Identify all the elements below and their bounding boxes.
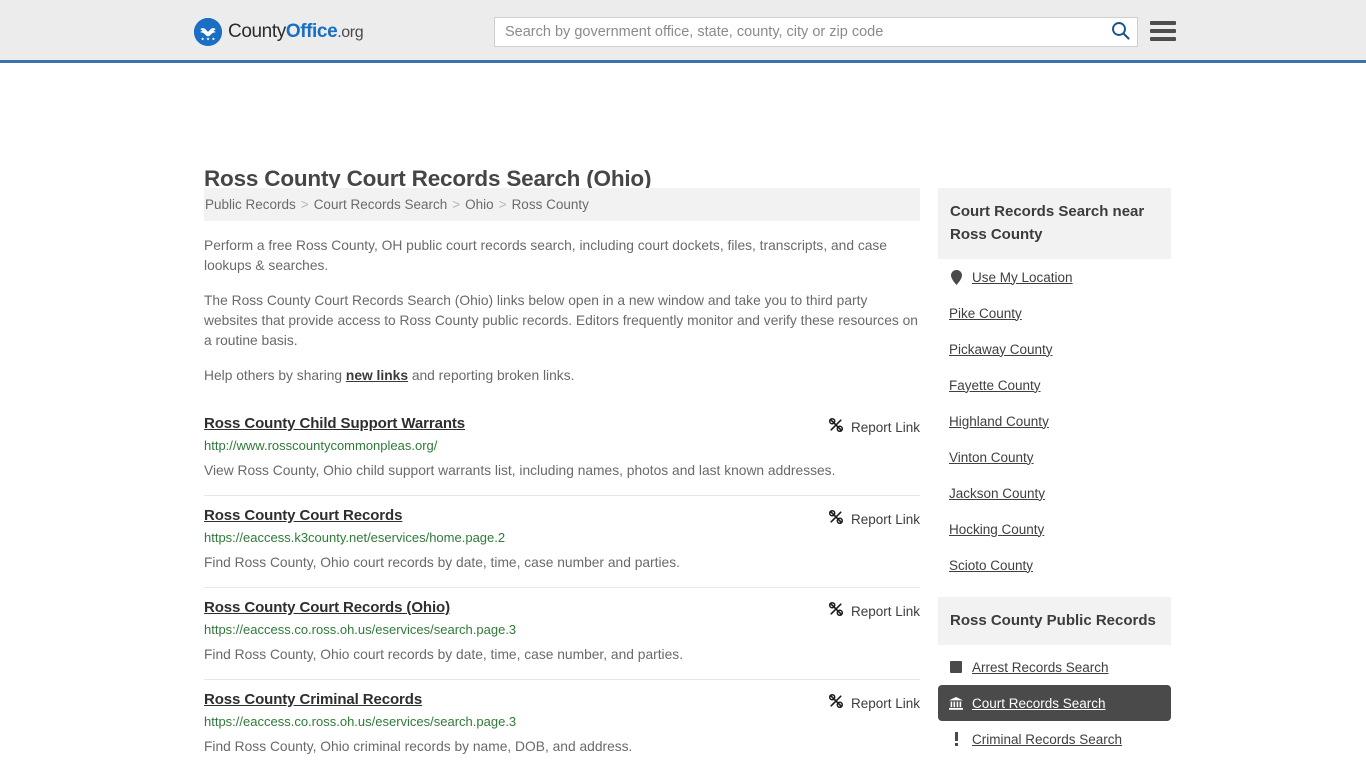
- table-row: Ross County Criminal Records https://eac…: [204, 679, 920, 768]
- public-records-list: Arrest Records Search Court Records Sear…: [938, 649, 1171, 768]
- new-links-link[interactable]: new links: [346, 368, 408, 383]
- result-description: Find Ross County, Ohio court records by …: [204, 555, 680, 570]
- hamburger-menu-icon[interactable]: [1150, 19, 1176, 43]
- sidebar-item-use-my-location[interactable]: Use My Location: [938, 259, 1171, 295]
- nearby-panel-heading: Court Records Search near Ross County: [938, 188, 1171, 259]
- sidebar-item-jackson-county[interactable]: Jackson County: [938, 475, 1171, 511]
- map-pin-icon: [949, 269, 963, 285]
- broken-link-icon: [828, 509, 844, 530]
- sidebar-item-label[interactable]: Criminal Records Search: [972, 732, 1122, 747]
- site-header: CountyOffice.org: [0, 0, 1366, 63]
- report-link-label: Report Link: [850, 604, 920, 619]
- sidebar-item-pickaway-county[interactable]: Pickaway County: [938, 331, 1171, 367]
- breadcrumb-item-ross-county: Ross County: [511, 197, 589, 212]
- breadcrumb-separator: >: [452, 197, 461, 212]
- menu-bar-2: [1150, 29, 1176, 33]
- sidebar-item-label[interactable]: Pickaway County: [949, 342, 1053, 357]
- sidebar-item-highland-county[interactable]: Highland County: [938, 403, 1171, 439]
- broken-link-icon: [828, 417, 844, 438]
- result-title-link[interactable]: Ross County Court Records: [204, 507, 402, 524]
- broken-link-icon: [828, 693, 844, 714]
- report-link-button[interactable]: Report Link: [828, 693, 920, 714]
- breadcrumb: Public Records > Court Records Search > …: [204, 188, 920, 221]
- sidebar-item-label[interactable]: Court Records Search: [972, 696, 1106, 711]
- sidebar-item-label[interactable]: Arrest Records Search: [972, 660, 1109, 675]
- site-logo[interactable]: CountyOffice.org: [194, 17, 364, 47]
- results-list: Ross County Child Support Warrants http:…: [204, 404, 920, 768]
- exclamation-icon: [949, 732, 963, 747]
- sidebar-item-label[interactable]: Use My Location: [972, 270, 1073, 285]
- search-bar: [494, 17, 1138, 47]
- report-link-button[interactable]: Report Link: [828, 601, 920, 622]
- result-title-link[interactable]: Ross County Child Support Warrants: [204, 415, 465, 432]
- sidebar-item-label[interactable]: Hocking County: [949, 522, 1044, 537]
- report-link-button[interactable]: Report Link: [828, 417, 920, 438]
- breadcrumb-separator: >: [498, 197, 507, 212]
- result-url: https://eaccess.co.ross.oh.us/eservices/…: [204, 622, 517, 637]
- eagle-seal-icon: [194, 18, 222, 46]
- search-button[interactable]: [1103, 18, 1137, 46]
- sidebar-item-driving-records-search[interactable]: Driving Records Search: [938, 757, 1171, 768]
- result-url: https://eaccess.co.ross.oh.us/eservices/…: [204, 714, 517, 729]
- breadcrumb-separator: >: [300, 197, 309, 212]
- intro-text-post: and reporting broken links.: [408, 368, 575, 383]
- sidebar-item-label[interactable]: Pike County: [949, 306, 1022, 321]
- report-link-label: Report Link: [850, 512, 920, 527]
- report-link-label: Report Link: [850, 420, 920, 435]
- report-link-button[interactable]: Report Link: [828, 509, 920, 530]
- public-records-panel-heading: Ross County Public Records: [938, 597, 1171, 645]
- result-description: Find Ross County, Ohio criminal records …: [204, 739, 633, 754]
- result-url: https://eaccess.k3county.net/eservices/h…: [204, 530, 506, 545]
- result-title-link[interactable]: Ross County Criminal Records: [204, 691, 422, 708]
- sidebar-item-label[interactable]: Vinton County: [949, 450, 1034, 465]
- sidebar-item-label[interactable]: Jackson County: [949, 486, 1045, 501]
- intro-paragraph-3: Help others by sharing new links and rep…: [204, 351, 920, 386]
- sidebar-item-court-records-search[interactable]: Court Records Search: [938, 685, 1171, 721]
- intro-paragraph-2: The Ross County Court Records Search (Oh…: [204, 293, 918, 348]
- intro-text-pre: Help others by sharing: [204, 368, 346, 383]
- broken-link-icon: [828, 601, 844, 622]
- result-url: http://www.rosscountycommonpleas.org/: [204, 438, 438, 453]
- result-description: View Ross County, Ohio child support war…: [204, 463, 836, 478]
- courthouse-icon: [949, 696, 963, 711]
- nearby-counties-list: Use My Location Pike County Pickaway Cou…: [938, 259, 1171, 583]
- square-icon: [949, 660, 963, 675]
- sidebar-item-pike-county[interactable]: Pike County: [938, 295, 1171, 331]
- result-description: Find Ross County, Ohio court records by …: [204, 647, 684, 662]
- table-row: Ross County Child Support Warrants http:…: [204, 404, 920, 495]
- logo-word-county: County: [228, 21, 286, 42]
- menu-bar-1: [1150, 21, 1176, 25]
- sidebar-item-hocking-county[interactable]: Hocking County: [938, 511, 1171, 547]
- main-content-column: Public Records > Court Records Search > …: [204, 188, 920, 768]
- menu-bar-3: [1150, 37, 1176, 41]
- table-row: Ross County Court Records (Ohio) https:/…: [204, 587, 920, 679]
- logo-word-office: Office: [285, 21, 338, 42]
- sidebar-item-label[interactable]: Scioto County: [949, 558, 1033, 573]
- breadcrumb-item-public-records[interactable]: Public Records: [205, 197, 296, 212]
- breadcrumb-item-court-records-search[interactable]: Court Records Search: [314, 197, 448, 212]
- right-sidebar: Court Records Search near Ross County Us…: [938, 188, 1171, 768]
- report-link-label: Report Link: [850, 696, 920, 711]
- sidebar-item-criminal-records-search[interactable]: Criminal Records Search: [938, 721, 1171, 757]
- sidebar-item-fayette-county[interactable]: Fayette County: [938, 367, 1171, 403]
- sidebar-item-vinton-county[interactable]: Vinton County: [938, 439, 1171, 475]
- breadcrumb-item-ohio[interactable]: Ohio: [465, 197, 494, 212]
- sidebar-item-label[interactable]: Highland County: [949, 414, 1049, 429]
- search-input[interactable]: [495, 18, 1103, 46]
- table-row: Ross County Court Records https://eacces…: [204, 495, 920, 587]
- logo-word-tld: .org: [337, 24, 364, 41]
- search-icon: [1111, 21, 1130, 43]
- sidebar-item-arrest-records-search[interactable]: Arrest Records Search: [938, 649, 1171, 685]
- sidebar-item-scioto-county[interactable]: Scioto County: [938, 547, 1171, 583]
- intro-paragraph-1: Perform a free Ross County, OH public co…: [204, 238, 887, 273]
- site-logo-text: CountyOffice.org: [228, 21, 364, 43]
- sidebar-item-label[interactable]: Fayette County: [949, 378, 1041, 393]
- result-title-link[interactable]: Ross County Court Records (Ohio): [204, 599, 450, 616]
